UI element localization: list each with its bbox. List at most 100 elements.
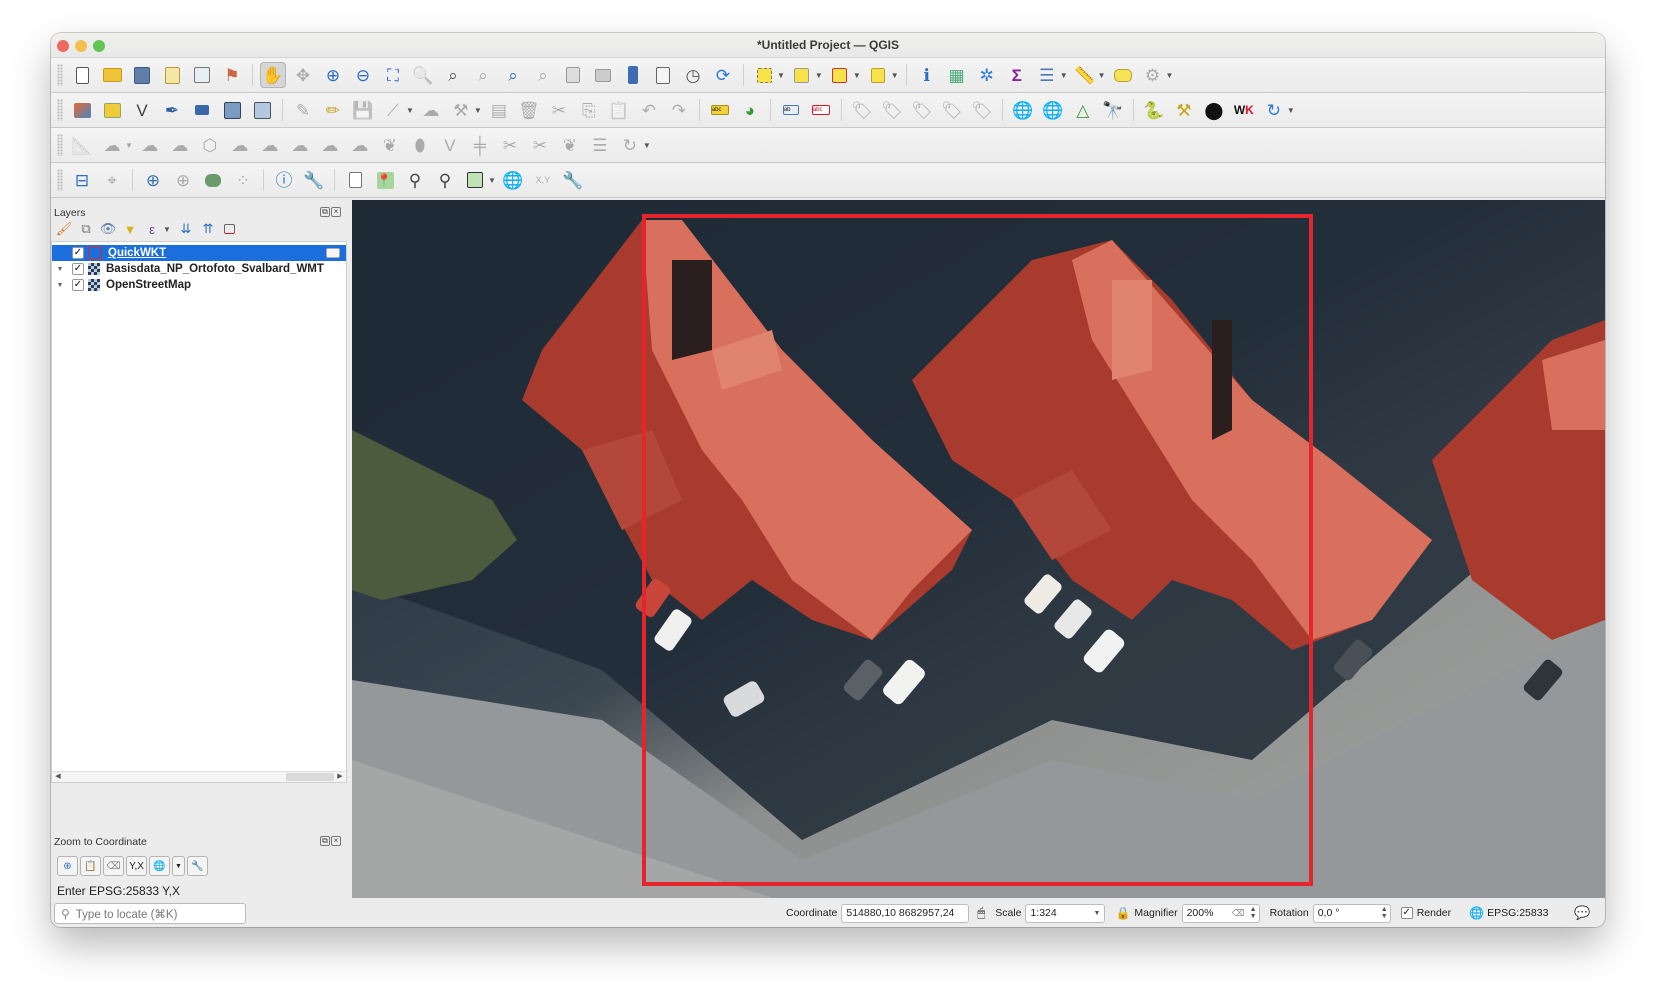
offset-curve-icon[interactable]: ☁ [287,132,313,158]
python-console-icon[interactable]: 🐍 [1141,97,1167,123]
select-features-icon[interactable] [751,62,777,88]
save-project-icon[interactable] [129,62,155,88]
toolbar-grip[interactable] [57,64,63,86]
pan-map-icon[interactable]: ✋ [260,62,286,88]
scroll-left-icon[interactable]: ◀ [53,772,63,782]
add-ring-icon[interactable]: ☁ [99,132,125,158]
layer-item-openstreetmap[interactable]: ▼ ✓ OpenStreetMap [52,277,346,293]
zoom-to-coordinate-icon[interactable]: ⊕ [140,167,166,193]
split-parts-icon[interactable]: ☁ [347,132,373,158]
coordinate-capture-icon[interactable]: ⊟ [69,167,95,193]
close-window-button[interactable] [57,40,69,52]
diagram-icon[interactable]: ◕ [737,97,763,123]
remove-layer-icon[interactable] [221,220,239,238]
vertex-editor-icon[interactable]: ❦ [557,132,583,158]
plugin-builder-icon[interactable]: ⚒ [1171,97,1197,123]
rotate-feature-icon[interactable]: ↻ [617,132,643,158]
edit-label-icon[interactable]: 🏷 [969,97,995,123]
map-canvas[interactable] [352,200,1605,898]
zoom-to-button[interactable]: ⊕ [57,856,78,876]
horizontal-scrollbar[interactable]: ◀ ▶ [52,771,346,782]
info-icon[interactable]: ⓘ [271,167,297,193]
zoom-in-icon[interactable]: ⊕ [320,62,346,88]
toggle-extents-icon[interactable]: 🖱 [977,905,985,921]
pin-location-icon[interactable]: 📍 [372,167,398,193]
new-virtual-layer-icon[interactable] [189,97,215,123]
quickwkt-icon[interactable]: WK [1231,97,1257,123]
cut-icon[interactable]: ✂ [546,97,572,123]
rotate-point-symbols-icon[interactable]: V [437,132,463,158]
expand-all-icon[interactable]: ⇊ [177,220,195,238]
embedded-widget-icon[interactable] [326,248,340,258]
new-map-view-icon[interactable] [560,62,586,88]
scroll-right-icon[interactable]: ▶ [335,772,345,782]
crs-globe-icon[interactable]: 🌐 [1469,906,1484,920]
delete-part-icon[interactable]: ☁ [227,132,253,158]
layer-item-basisdata[interactable]: ▼ ✓ Basisdata_NP_Ortofoto_Svalbard_WMT [52,261,346,277]
layer-visibility-checkbox[interactable]: ✓ [72,263,84,275]
dropdown-arrow-icon[interactable]: ▼ [891,71,899,80]
swap-yx-button[interactable]: Y,X [126,856,147,876]
zoom-to-points-icon[interactable]: ⚲ [432,167,458,193]
dropdown-arrow-icon[interactable]: ▼ [1166,71,1174,80]
xy-tools-icon[interactable]: X,Y [530,167,556,193]
dropdown-arrow-icon[interactable]: ▼ [777,71,785,80]
clear-icon[interactable]: ⌫ [1232,908,1245,919]
float-panel-icon[interactable]: ⧉ [320,207,330,217]
data-source-manager-icon[interactable] [69,97,95,123]
polygon-symbol-icon[interactable] [88,247,102,259]
simplify-icon[interactable]: ╪ [467,132,493,158]
processing-toolbox-icon[interactable]: ✲ [974,62,1000,88]
zoom-last-icon[interactable]: ⌕ [500,62,526,88]
delete-ring-icon[interactable]: ⬡ [197,132,223,158]
vertex-tool-icon[interactable]: ⚒ [448,97,474,123]
openlayers-icon[interactable]: ⬤ [1201,97,1227,123]
show-hide-labels-icon[interactable]: abc [808,97,834,123]
move-label-icon[interactable]: 🏷 [849,97,875,123]
zoom-next-icon[interactable]: ⌕ [530,62,556,88]
open-project-icon[interactable] [99,62,125,88]
copy-icon[interactable]: ⎘ [576,97,602,123]
align-icon[interactable]: ☰ [587,132,613,158]
scale-combobox[interactable]: 1:324 ▼ [1025,903,1106,923]
reshape-icon[interactable]: ☁ [257,132,283,158]
spinner-arrows-icon[interactable]: ▲ ▼ [1381,906,1388,920]
new-3d-map-view-icon[interactable] [590,62,616,88]
modify-attributes-icon[interactable]: ▤ [486,97,512,123]
new-spatialite-icon[interactable]: ✒ [159,97,185,123]
crs-dropdown[interactable]: ▼ [172,856,185,876]
dropdown-arrow-icon[interactable]: ▼ [815,71,823,80]
deselect-icon[interactable] [827,62,853,88]
label-tool-icon[interactable]: abc [707,97,733,123]
locator-filter-icon[interactable]: ⚙ [1140,62,1166,88]
layer-item-quickwkt[interactable]: ✓ QuickWKT [52,245,346,261]
dropdown-arrow-icon[interactable]: ▼ [1287,106,1295,115]
dropdown-arrow-icon[interactable]: ▼ [853,71,861,80]
new-temporary-layer-icon[interactable] [249,97,275,123]
dropdown-arrow-icon[interactable]: ▼ [643,141,651,150]
new-mesh-layer-icon[interactable] [219,97,245,123]
snapping-icon[interactable]: ⊕ [170,167,196,193]
settings-wrench-icon[interactable]: 🔧 [301,167,327,193]
zoom-to-layer-icon[interactable]: ⌕ [440,62,466,88]
dropdown-arrow-icon[interactable]: ▼ [163,225,171,234]
crs-button[interactable]: 🌐 [149,856,170,876]
collapse-all-icon[interactable]: ⇈ [199,220,217,238]
add-group-icon[interactable]: ⧉ [77,220,95,238]
add-feature-icon[interactable]: ☁ [418,97,444,123]
rotate-label-icon[interactable]: 🏷 [879,97,905,123]
maximize-window-button[interactable] [93,40,105,52]
filter-legend-icon[interactable]: ▼ [121,220,139,238]
zoom-out-icon[interactable]: ⊖ [350,62,376,88]
delete-selected-icon[interactable]: 🗑 [516,97,542,123]
coordinate-field[interactable]: 514880,10 8682957,24 [841,903,970,923]
field-calculator-icon[interactable]: ▦ [944,62,970,88]
close-panel-icon[interactable]: × [331,207,341,217]
metasearch-icon[interactable]: 🔭 [1100,97,1126,123]
attribute-table-icon[interactable]: ☰ [1034,62,1060,88]
reverse-line-icon[interactable]: ✂ [497,132,523,158]
zoom-full-icon[interactable]: ⛶ [380,62,406,88]
add-wms-layer-icon[interactable]: 🌐 [1010,97,1036,123]
layer-visibility-checkbox[interactable]: ✓ [72,279,84,291]
configure-wrench-icon[interactable]: 🔧 [560,167,586,193]
